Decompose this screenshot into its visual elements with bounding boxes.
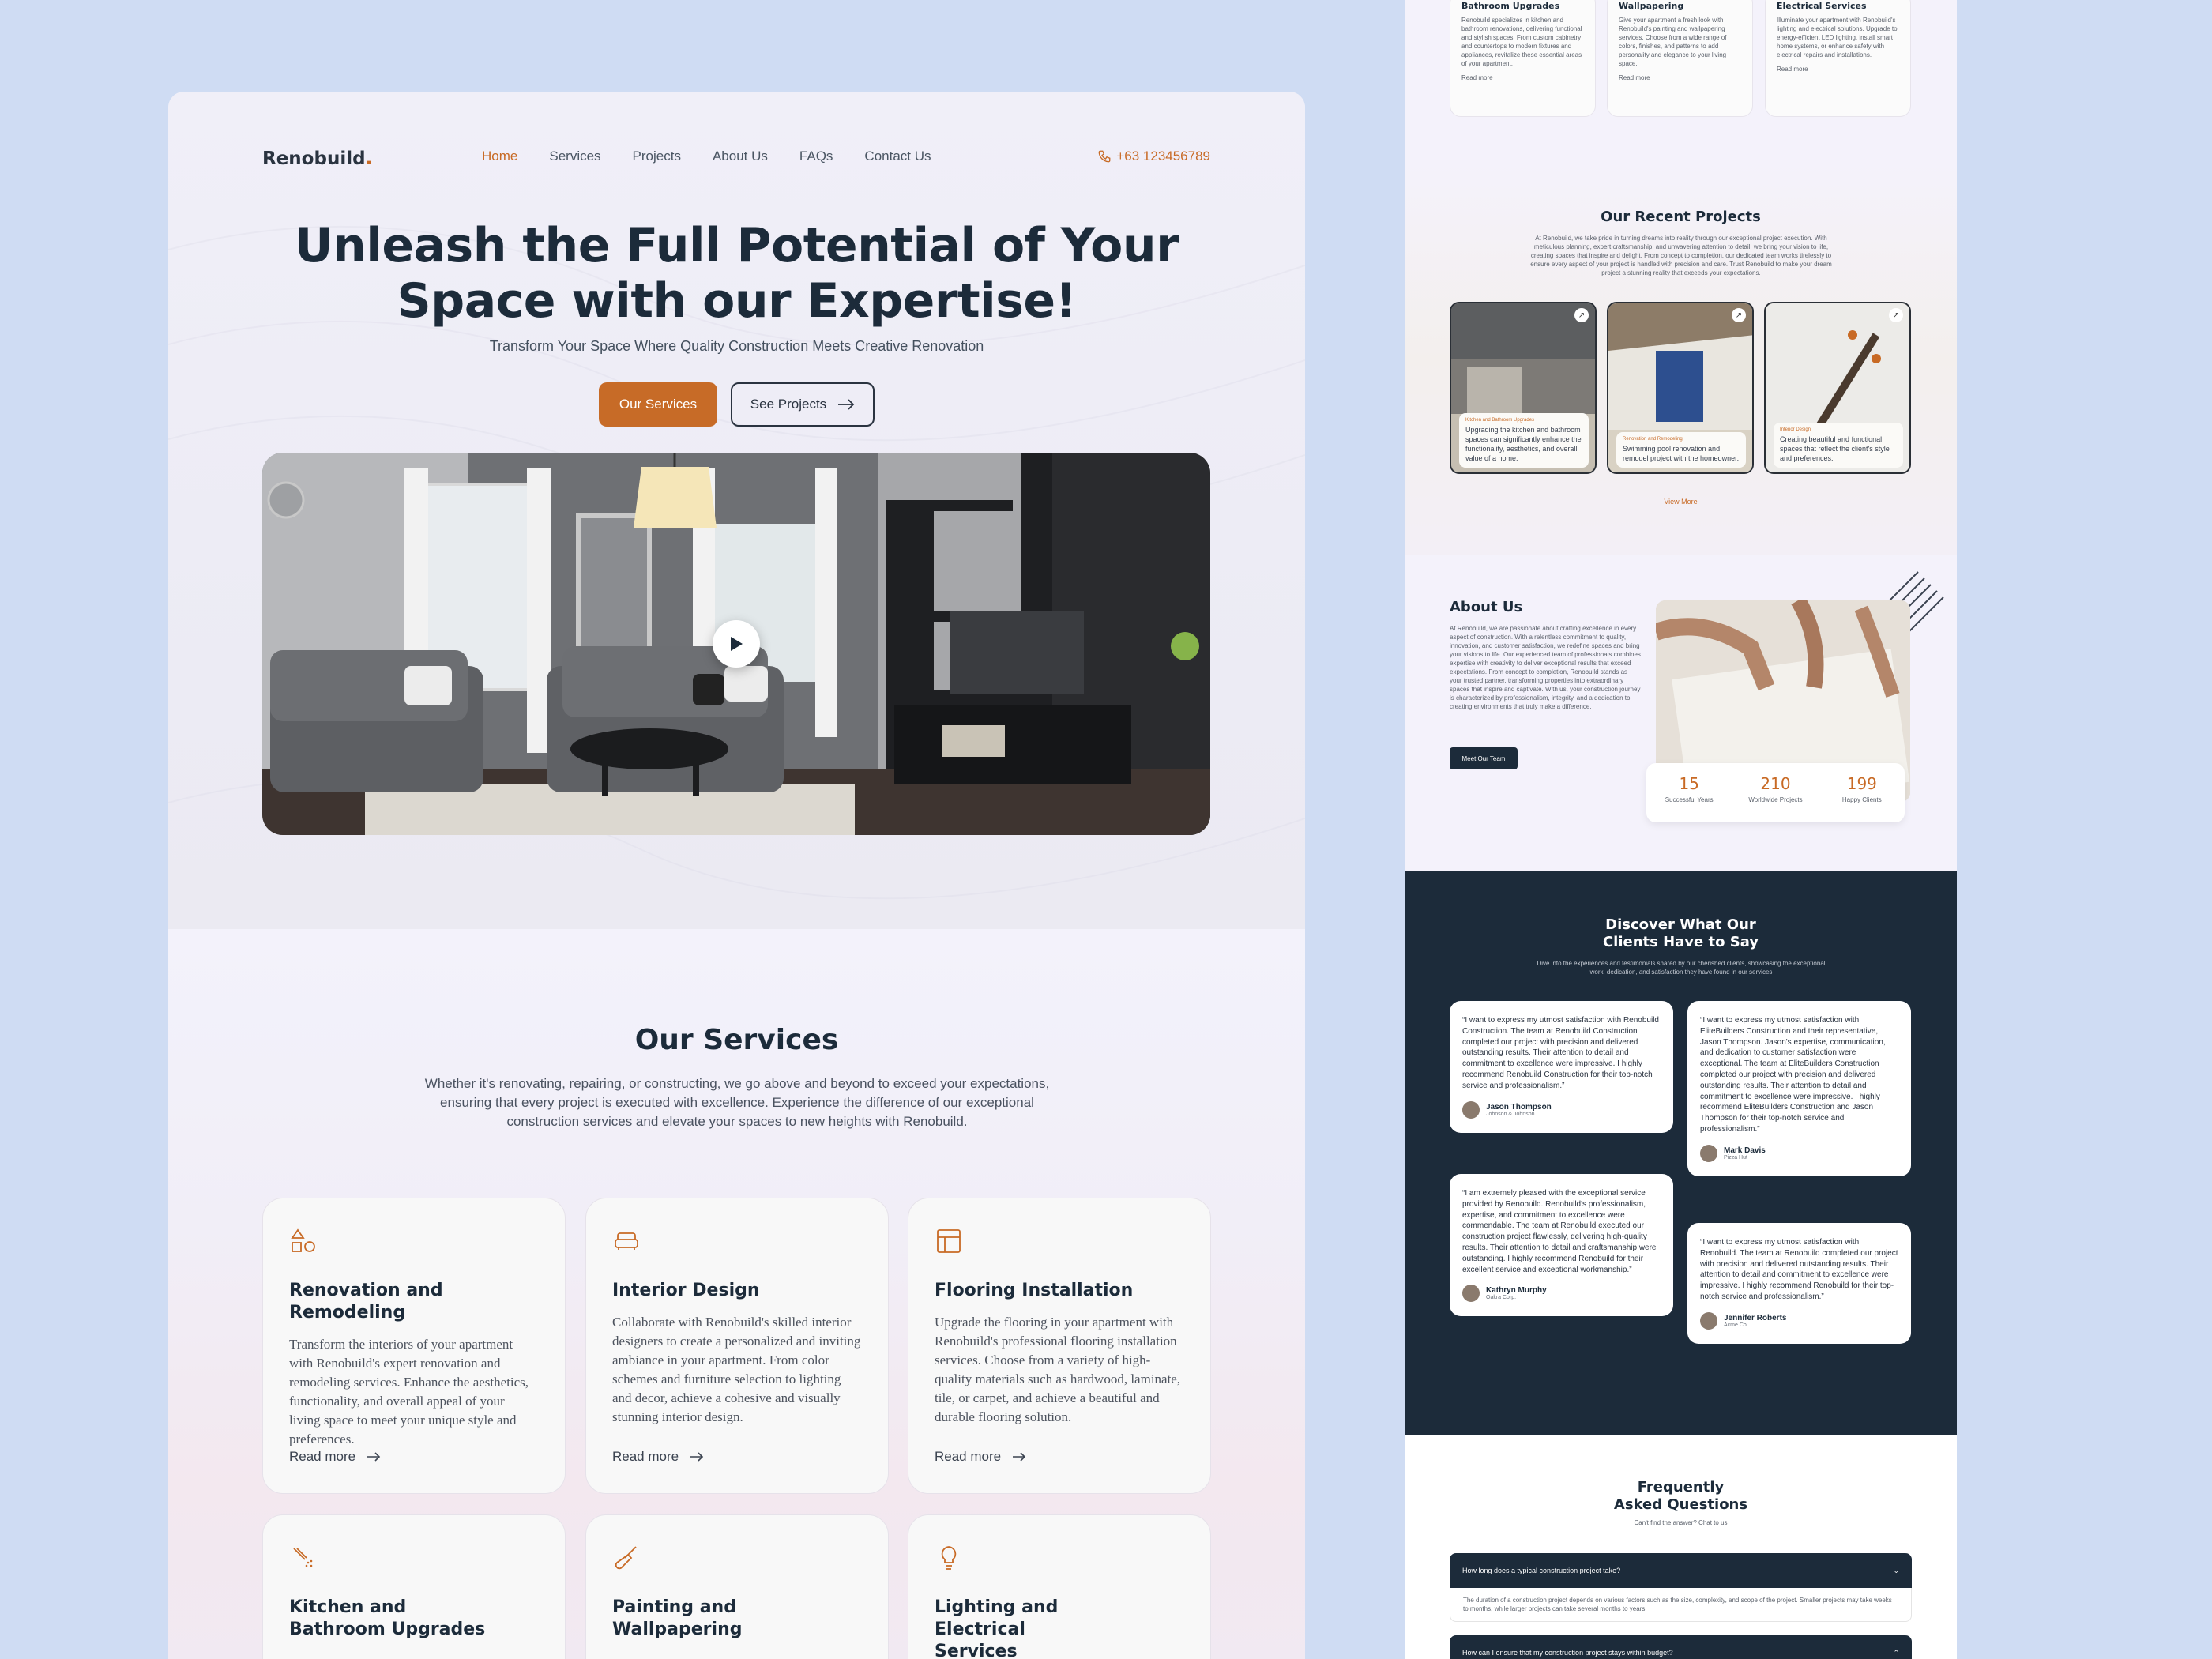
testimonials-description: Dive into the experiences and testimonia… <box>1537 960 1826 976</box>
stat-clients: 199 Happy Clients <box>1841 774 1882 803</box>
hero-buttons: Our Services See Projects <box>168 382 1305 427</box>
layout-icon <box>937 1229 961 1253</box>
nav-faqs[interactable]: FAQs <box>799 149 833 164</box>
hero-video-thumbnail[interactable] <box>262 453 1210 835</box>
external-link-icon[interactable]: ↗ <box>1889 308 1903 322</box>
arrow-right-icon <box>1013 1452 1026 1462</box>
main-landing-page: Renobuild. Home Services Projects About … <box>168 92 1305 1659</box>
faq-question[interactable]: How long does a typical construction pro… <box>1450 1553 1912 1588</box>
phone-number: +63 123456789 <box>1116 149 1210 164</box>
meet-our-team-button[interactable]: Meet Our Team <box>1450 747 1518 769</box>
view-more-link[interactable]: View More <box>1405 498 1957 506</box>
faq-title: Frequently Asked Questions <box>1613 1479 1748 1513</box>
faq-question[interactable]: How can I ensure that my construction pr… <box>1450 1635 1912 1659</box>
avatar <box>1462 1285 1480 1303</box>
testimonials-section: Discover What Our Clients Have to Say Di… <box>1405 871 1957 1435</box>
nav-home[interactable]: Home <box>482 149 517 164</box>
faq-answer: The duration of a construction project d… <box>1450 1588 1912 1622</box>
about-text: At Renobuild, we are passionate about cr… <box>1450 625 1641 710</box>
project-card[interactable]: ↗ Renovation and Remodeling Swimming poo… <box>1607 302 1754 474</box>
service-card-painting[interactable]: Painting and Wallpapering <box>585 1514 889 1659</box>
stat-projects: 210 Worldwide Projects <box>1732 763 1819 822</box>
testimonial-card: “I am extremely pleased with the excepti… <box>1450 1174 1673 1317</box>
sofa-icon <box>615 1232 638 1250</box>
nav-contact-us[interactable]: Contact Us <box>864 149 931 164</box>
services-title: Our Services <box>634 1024 839 1056</box>
nav-services[interactable]: Services <box>549 149 600 164</box>
testimonial-card: “I want to express my utmost satisfactio… <box>1687 1223 1911 1344</box>
page-preview-column: Bathroom Upgrades Renobuild specializes … <box>1405 0 1957 1659</box>
about-section: About Us At Renobuild, we are passionate… <box>1405 555 1957 871</box>
nav-projects[interactable]: Projects <box>633 149 681 164</box>
services-description: Whether it's renovating, repairing, or c… <box>424 1076 1050 1129</box>
hero-title: Unleash the Full Potential of Your Space… <box>294 218 1179 329</box>
play-button[interactable] <box>713 620 760 668</box>
read-more-link[interactable]: Read more <box>289 1449 381 1465</box>
service-title: Kitchen and Bathroom Upgrades <box>289 1597 486 1639</box>
service-card-interior-design[interactable]: Interior Design Collaborate with Renobui… <box>585 1198 889 1494</box>
service-text: Transform the interiors of your apartmen… <box>289 1337 529 1446</box>
service-card-flooring[interactable]: Flooring Installation Upgrade the floori… <box>908 1198 1211 1494</box>
testimonials-title: Discover What Our Clients Have to Say <box>1602 916 1759 950</box>
service-card-kitchen-bathroom[interactable]: Kitchen and Bathroom Upgrades <box>262 1514 566 1659</box>
brush-icon <box>615 1546 637 1570</box>
nav-about-us[interactable]: About Us <box>713 149 768 164</box>
avatar <box>1462 1100 1480 1119</box>
our-services-button[interactable]: Our Services <box>599 382 717 427</box>
nav-links: Home Services Projects About Us FAQs Con… <box>482 149 963 164</box>
service-text: Upgrade the flooring in your apartment w… <box>935 1315 1181 1424</box>
project-caption: Kitchen and Bathroom Upgrades Upgrading … <box>1459 413 1589 468</box>
service-title: Painting and Wallpapering <box>612 1597 743 1639</box>
mini-service-card[interactable]: Electrical Services Illuminate your apar… <box>1765 0 1911 117</box>
arrow-right-icon <box>690 1452 704 1462</box>
service-title: Lighting and Electrical Services <box>935 1597 1059 1659</box>
external-link-icon[interactable]: ↗ <box>1574 308 1589 322</box>
services-cards-continued: Bathroom Upgrades Renobuild specializes … <box>1450 0 1912 117</box>
read-more-link[interactable]: Read more <box>612 1449 704 1465</box>
chevron-up-icon: ⌃ <box>1893 1648 1899 1657</box>
testimonial-card: “I want to express my utmost satisfactio… <box>1687 1001 1911 1176</box>
faq-item[interactable]: How can I ensure that my construction pr… <box>1450 1635 1912 1659</box>
faq-section: Frequently Asked Questions Can't find th… <box>1405 1435 1957 1659</box>
mini-service-card[interactable]: Wallpapering Give your apartment a fresh… <box>1607 0 1753 117</box>
chevron-down-icon: ⌄ <box>1893 1566 1899 1574</box>
service-card-renovation[interactable]: Renovation and Remodeling Transform the … <box>262 1198 566 1494</box>
phone-icon <box>1098 150 1111 163</box>
projects-description: At Renobuild, we take pride in turning d… <box>1530 235 1832 276</box>
faq-subtitle: Can't find the answer? Chat to us <box>1634 1519 1728 1526</box>
read-more-link[interactable]: Read more <box>935 1449 1026 1465</box>
project-caption: Interior Design Creating beautiful and f… <box>1774 423 1903 468</box>
project-caption: Renovation and Remodeling Swimming pool … <box>1616 432 1746 468</box>
play-icon <box>731 637 743 651</box>
service-title: Renovation and Remodeling <box>289 1281 443 1322</box>
arrow-right-icon <box>367 1452 381 1462</box>
arrow-right-icon <box>838 399 855 410</box>
top-navigation: Renobuild. Home Services Projects About … <box>262 122 1210 169</box>
service-title: Interior Design <box>612 1281 760 1300</box>
service-card-lighting[interactable]: Lighting and Electrical Services <box>908 1514 1211 1659</box>
project-card[interactable]: ↗ Interior Design Creating beautiful and… <box>1764 302 1911 474</box>
shower-icon <box>293 1548 313 1567</box>
phone-link[interactable]: +63 123456789 <box>1097 149 1210 164</box>
shapes-icon <box>291 1228 315 1252</box>
hero-subtitle: Transform Your Space Where Quality Const… <box>489 338 984 354</box>
projects-title: Our Recent Projects <box>1601 209 1761 225</box>
stats-panel: 15 Successful Years 210 Worldwide Projects… <box>1646 763 1905 822</box>
bulb-icon <box>941 1546 957 1570</box>
recent-projects-section: Our Recent Projects At Renobuild, we tak… <box>1405 164 1957 555</box>
faq-item-open[interactable]: How long does a typical construction pro… <box>1450 1553 1912 1622</box>
avatar <box>1700 1144 1717 1162</box>
project-card[interactable]: ↗ Kitchen and Bathroom Upgrades Upgradin… <box>1450 302 1597 474</box>
stat-years: 15 Successful Years <box>1646 763 1733 822</box>
external-link-icon[interactable]: ↗ <box>1732 308 1746 322</box>
about-title: About Us <box>1450 599 1523 615</box>
mini-service-card[interactable]: Bathroom Upgrades Renobuild specializes … <box>1450 0 1596 117</box>
see-projects-button[interactable]: See Projects <box>731 382 875 427</box>
avatar <box>1700 1311 1717 1330</box>
logo[interactable]: Renobuild. <box>262 149 372 169</box>
testimonial-card: “I want to express my utmost satisfactio… <box>1450 1001 1673 1133</box>
service-text: Collaborate with Renobuild's skilled int… <box>612 1315 861 1424</box>
service-title: Flooring Installation <box>935 1281 1134 1300</box>
